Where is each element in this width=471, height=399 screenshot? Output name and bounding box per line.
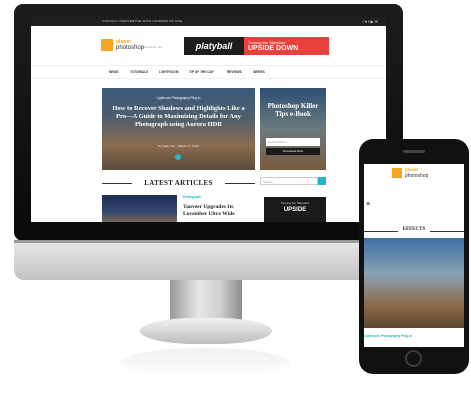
hero-meta: Pu Sally Sen · March 17, 2019 <box>158 144 199 148</box>
nav-item-news[interactable]: NEWS <box>109 70 119 74</box>
nav-item-tip-of-the-day[interactable]: TIP OF THE DAY <box>189 70 214 74</box>
ebook-title: Photoshop Killer Tips e-Book <box>267 102 319 118</box>
post-category[interactable]: Photograph <box>183 195 201 199</box>
search-button[interactable] <box>318 177 326 185</box>
mobile-logo-text-planet[interactable]: planet <box>405 167 418 172</box>
main-nav: NEWS TUTORIALS LIGHTROOM TIP OF THE DAY … <box>31 65 386 79</box>
desktop-website-screen: CONTACT US ADVERTISE WITH US TERMS OF US… <box>31 17 386 222</box>
site-topbar: CONTACT US ADVERTISE WITH US TERMS OF US… <box>31 17 386 26</box>
sidebar-ad-line-1: Turning the Standard <box>280 201 310 205</box>
mobile-website-screen: planet photoshop ≡ EFFECTS Lightroom Pho… <box>364 164 464 347</box>
ebook-download-button[interactable]: Download Now <box>266 148 320 155</box>
sidebar-search-input[interactable]: Search ... <box>260 177 318 185</box>
ebook-email-field[interactable]: Email Address <box>266 138 320 146</box>
ad-line-2: UPSIDE DOWN <box>248 45 299 52</box>
logo-text-photoshop[interactable]: photoshop <box>116 45 144 51</box>
post-thumbnail[interactable] <box>102 195 177 222</box>
nav-item-tutorials[interactable]: TUTORIALS <box>130 70 148 74</box>
social-icons[interactable]: f ♥ t ▶ ✉ <box>363 19 378 24</box>
topbar-link-terms[interactable]: TERMS OF USE <box>157 19 182 23</box>
imac-stand-neck <box>170 280 242 320</box>
mobile-section-heading: EFFECTS <box>364 226 464 236</box>
mobile-featured-image[interactable] <box>364 238 464 328</box>
header-ad-banner[interactable]: platyball Turning the Standard UPSIDE DO… <box>184 37 329 55</box>
logo-mark-icon[interactable] <box>101 39 113 51</box>
featured-post-hero[interactable]: Lightroom Photography Plug-in How to Rec… <box>102 88 255 170</box>
ebook-signup-widget: Photoshop Killer Tips e-Book Email Addre… <box>260 88 326 170</box>
imac-stand-foot <box>140 318 272 344</box>
sidebar-ad-upside[interactable]: Turning the Standard UPSIDE <box>264 197 326 222</box>
nav-item-series[interactable]: SERIES <box>253 70 265 74</box>
ad-brand: platyball <box>184 37 244 55</box>
mobile-logo-mark-icon[interactable] <box>392 168 402 178</box>
hero-slider-dot[interactable] <box>175 154 181 160</box>
latest-articles-heading: LATEST ARTICLES <box>102 177 255 189</box>
imac-chin <box>14 240 403 280</box>
imac-chin-edge <box>14 240 403 243</box>
imac-reflection <box>120 348 290 378</box>
hero-title[interactable]: How to Recover Shadows and Highlights Li… <box>112 105 245 129</box>
nav-item-reviews[interactable]: REVIEWS <box>227 70 242 74</box>
hamburger-menu-icon[interactable]: ≡ <box>366 201 370 208</box>
mobile-logo-text-photoshop[interactable]: photoshop <box>405 173 428 179</box>
mobile-post-category[interactable]: Lightroom Photography Plug-in <box>364 334 412 338</box>
sidebar-ad-line-2: UPSIDE <box>283 207 307 213</box>
phone-speaker <box>403 150 425 153</box>
mobile-heading-rule-right <box>430 231 464 232</box>
hero-category[interactable]: Lightroom Photography Plug-in <box>102 96 255 100</box>
topbar-link-contact[interactable]: CONTACT US <box>102 19 123 23</box>
heading-rule-right <box>225 183 255 184</box>
phone-home-button[interactable] <box>405 350 422 367</box>
post-title[interactable]: Tanveer Upgrades Its Lovember Ultra Wide <box>183 204 253 217</box>
logo-tagline: Photoshop Tips <box>142 45 163 49</box>
topbar-link-advertise[interactable]: ADVERTISE WITH US <box>123 19 157 23</box>
nav-item-lightroom[interactable]: LIGHTROOM <box>159 70 178 74</box>
